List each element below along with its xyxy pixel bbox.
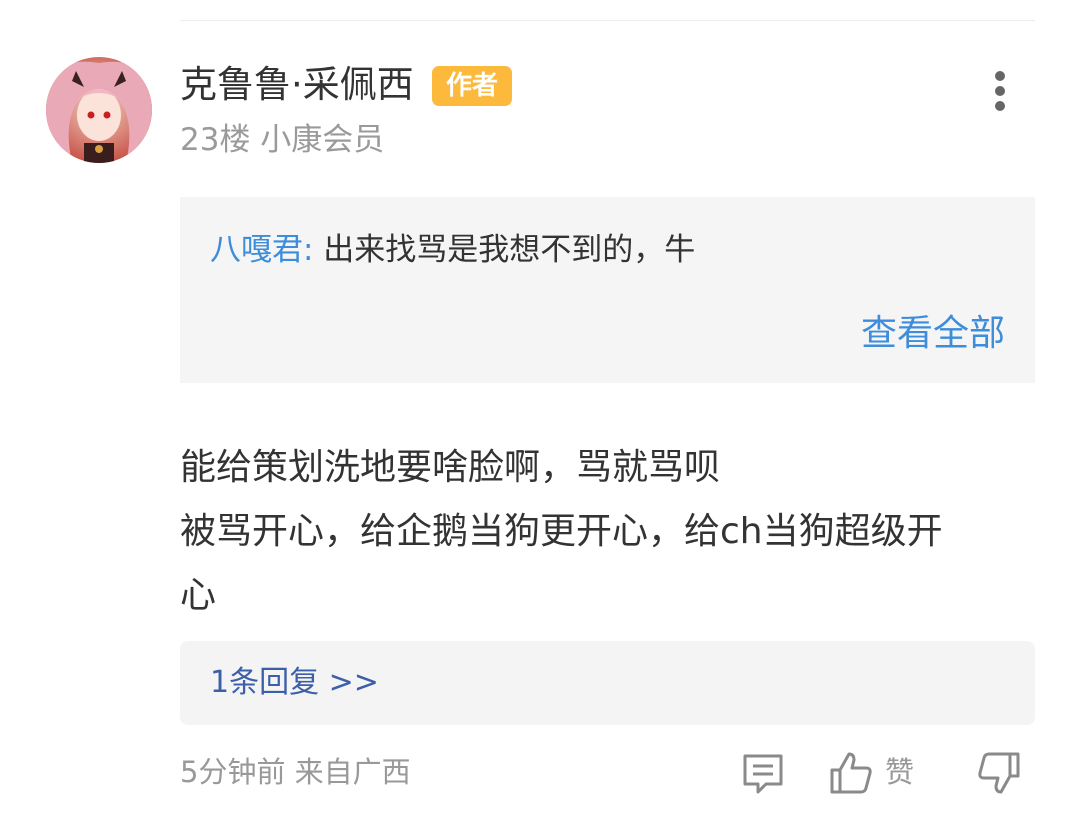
quote-author[interactable]: 八嘎君: [210, 232, 313, 268]
like-label[interactable]: 赞 [885, 752, 914, 792]
thumbs-up-icon [830, 752, 872, 794]
replies-box[interactable]: 1条回复 >> [180, 641, 1035, 725]
avatar-image [46, 57, 152, 163]
more-options-button[interactable] [980, 66, 1020, 116]
quoted-comment[interactable]: 八嘎君: 出来找骂是我想不到的，牛 查看全部 [180, 197, 1035, 383]
comment-icon [743, 754, 783, 794]
floor-meta: 23楼 小康会员 [180, 122, 385, 158]
timestamp-location: 5分钟前 来自广西 [180, 755, 411, 789]
thumbs-down-icon [978, 752, 1020, 794]
like-button[interactable] [828, 748, 874, 798]
avatar[interactable] [46, 57, 152, 163]
more-vertical-icon [995, 71, 1005, 111]
content-line: 能给策划洗地要啥脸啊，骂就骂呗 [180, 447, 721, 488]
content-line: 心 [180, 575, 217, 616]
author-badge: 作者 [432, 66, 512, 106]
comment-content: 能给策划洗地要啥脸啊，骂就骂呗 被骂开心，给企鹅当狗更开心，给ch当狗超级开 心 [180, 436, 943, 628]
comment-button[interactable] [740, 748, 786, 798]
quote-text: 出来找骂是我想不到的，牛 [313, 232, 696, 268]
username[interactable]: 克鲁鲁·采佩西 [180, 62, 414, 108]
top-divider [180, 20, 1035, 21]
quote-line: 八嘎君: 出来找骂是我想不到的，牛 [210, 229, 695, 271]
dislike-button[interactable] [976, 748, 1022, 798]
content-line: 被骂开心，给企鹅当狗更开心，给ch当狗超级开 [180, 511, 943, 552]
view-all-link[interactable]: 查看全部 [861, 311, 1005, 357]
replies-link[interactable]: 1条回复 >> [210, 661, 379, 705]
